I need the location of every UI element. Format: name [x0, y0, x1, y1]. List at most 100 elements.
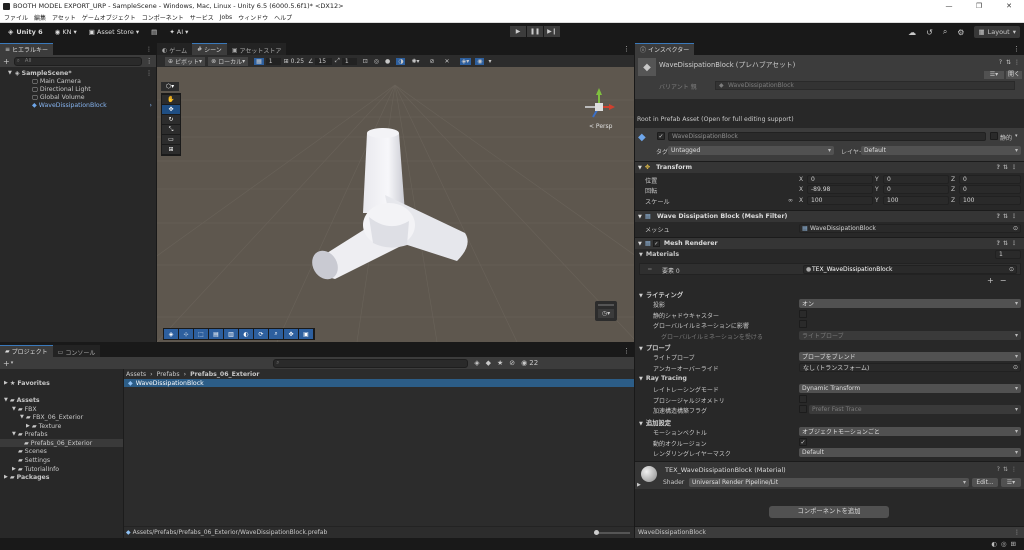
- tool-4-icon[interactable]: ▤: [209, 329, 223, 339]
- menu-help[interactable]: ヘルプ: [274, 13, 292, 22]
- expand-arrow-icon[interactable]: ▶: [12, 466, 16, 472]
- expand-arrow-icon[interactable]: ▼: [639, 252, 643, 258]
- list-item[interactable]: ▼ ▰ Prefabs: [12, 430, 48, 438]
- add-button[interactable]: +: [3, 57, 10, 66]
- snap-value-field[interactable]: 0.25: [291, 58, 304, 65]
- tab-inspector[interactable]: ⓘ インスペクター: [635, 43, 695, 55]
- expand-arrow-icon[interactable]: ▶: [637, 482, 641, 488]
- view-cube-icon[interactable]: ⬡▾: [161, 82, 179, 91]
- grid-toggle-icon[interactable]: ▦: [254, 57, 264, 65]
- list-item[interactable]: ▢ Directional Light: [0, 85, 156, 93]
- zoom-slider[interactable]: [594, 530, 630, 535]
- lighting-toggle-icon[interactable]: ◑: [396, 57, 406, 65]
- tool-10-icon[interactable]: ▣: [299, 329, 313, 339]
- pivot-dropdown[interactable]: ⊕ ピボット ▾: [165, 56, 206, 66]
- transform-tool-icon[interactable]: ⊞: [162, 145, 180, 154]
- grid-plane-icon[interactable]: ⊡: [363, 58, 368, 65]
- edit-shader-button[interactable]: Edit...: [972, 478, 998, 487]
- rotation-y-field[interactable]: 0: [883, 185, 949, 194]
- position-y-field[interactable]: 0: [883, 175, 949, 184]
- scene-menu-icon[interactable]: ⋮: [146, 70, 152, 77]
- expand-arrow-icon[interactable]: ▼: [4, 397, 8, 403]
- lighting-foldout[interactable]: ▼ ライティング: [639, 290, 683, 299]
- expand-arrow-icon[interactable]: ▶: [26, 423, 30, 429]
- menu-jobs[interactable]: Jobs: [220, 14, 232, 21]
- scale-z-field[interactable]: 100: [959, 196, 1021, 205]
- rotate-tool-icon[interactable]: ↻: [162, 115, 180, 124]
- menu-edit[interactable]: 編集: [34, 13, 46, 22]
- visibility-icon[interactable]: ◉: [475, 57, 485, 65]
- settings-icon[interactable]: ⚙: [957, 28, 964, 37]
- scale-x-field[interactable]: 100: [807, 196, 873, 205]
- asset-row-selected[interactable]: ◆ WaveDissipationBlock: [124, 379, 634, 387]
- link-icon[interactable]: ∞: [788, 197, 793, 204]
- tool-7-icon[interactable]: ⟳: [254, 329, 268, 339]
- filter-label-icon[interactable]: ◆: [486, 359, 491, 367]
- shader-dropdown[interactable]: Universal Render Pipeline/Lit: [689, 478, 969, 487]
- asset-store-dropdown[interactable]: ▣ Asset Store ▾: [85, 26, 143, 38]
- component-header-icons[interactable]: ?⇅⋮: [996, 164, 1020, 171]
- tool-5-icon[interactable]: ▥: [224, 329, 238, 339]
- menu-services[interactable]: サービス: [190, 13, 214, 22]
- asset-options-dropdown[interactable]: ☰▾: [984, 71, 1004, 79]
- snap-icon[interactable]: ⊞: [284, 58, 289, 65]
- project-search-input[interactable]: ⌕: [273, 358, 469, 368]
- presets-icon[interactable]: ⇅: [1006, 59, 1011, 66]
- rendering-layer-mask-dropdown[interactable]: Default: [799, 448, 1021, 457]
- anchor-override-field[interactable]: なし (トランスフォーム) ⊙: [799, 363, 1021, 372]
- object-picker-icon[interactable]: ⊙: [1013, 364, 1018, 371]
- scale-snap-field[interactable]: 1: [341, 57, 357, 65]
- drag-handle-icon[interactable]: ═: [648, 266, 652, 273]
- material-header[interactable]: TEX_WaveDissipationBlock (Material) ?⇅⋮ …: [635, 461, 1024, 489]
- expand-arrow-icon[interactable]: ▼: [8, 70, 12, 76]
- static-shadow-caster-checkbox[interactable]: [799, 310, 807, 318]
- mesh-object-field[interactable]: ▦ WaveDissipationBlock ⊙: [799, 224, 1021, 233]
- accel-structure-checkbox[interactable]: [799, 405, 807, 413]
- static-checkbox[interactable]: [990, 132, 998, 140]
- gameobject-name-field[interactable]: WaveDissipationBlock: [668, 132, 986, 141]
- contribute-gi-checkbox[interactable]: [799, 320, 807, 328]
- filter-type-icon[interactable]: ◈: [474, 359, 479, 367]
- tab-scene[interactable]: # シーン: [192, 43, 227, 55]
- tab-hierarchy[interactable]: ≡ ヒエラルキー: [0, 43, 54, 55]
- scale-snap-icon[interactable]: ⤢: [335, 57, 340, 65]
- more-options-icon[interactable]: ⋮: [1014, 59, 1020, 66]
- enabled-checkbox[interactable]: ✓: [652, 240, 660, 247]
- perspective-label[interactable]: < Persp: [589, 123, 612, 130]
- close-button[interactable]: ✕: [994, 0, 1024, 12]
- move-tool-icon[interactable]: ✥: [162, 105, 180, 114]
- tab-console[interactable]: ▭ コンソール: [52, 345, 101, 357]
- motion-vectors-dropdown[interactable]: オブジェクトモーションごと: [799, 427, 1021, 436]
- position-x-field[interactable]: 0: [807, 175, 873, 184]
- expand-arrow-icon[interactable]: ▼: [638, 165, 642, 171]
- object-picker-icon[interactable]: ⊙: [1013, 225, 1018, 232]
- ai-dropdown[interactable]: ✦ AI ▾: [165, 26, 192, 38]
- camera-icon[interactable]: ◷▾: [598, 309, 614, 318]
- chevron-right-icon[interactable]: ›: [150, 102, 152, 109]
- footer-menu-icon[interactable]: ⋮: [1014, 529, 1020, 536]
- panel-menu-icon[interactable]: ⋮: [623, 347, 630, 355]
- component-header-icons[interactable]: ?⇅⋮: [996, 213, 1020, 220]
- list-item[interactable]: ▶ ▰ TutorialInfo: [12, 465, 59, 473]
- materials-foldout[interactable]: ▼ Materials: [639, 251, 679, 258]
- expand-arrow-icon[interactable]: ▼: [639, 293, 643, 299]
- ray-tracing-foldout[interactable]: ▼ Ray Tracing: [639, 375, 687, 382]
- list-item[interactable]: ▼ ◈ SampleScene* ⋮: [0, 69, 156, 77]
- hierarchy-options-icon[interactable]: ⋮: [146, 57, 153, 65]
- list-item[interactable]: ▰ Prefabs_06_Exterior: [0, 439, 123, 447]
- grid-size-field[interactable]: 1: [265, 57, 281, 65]
- tool-3-icon[interactable]: ⬚: [194, 329, 208, 339]
- active-checkbox[interactable]: ✓: [657, 132, 665, 140]
- zoom-slider-handle[interactable]: [594, 530, 599, 535]
- cloud-icon[interactable]: ☁: [908, 28, 916, 37]
- expand-arrow-icon[interactable]: ▼: [639, 376, 643, 382]
- scene-settings-icon[interactable]: ✺▾: [411, 58, 419, 65]
- list-item[interactable]: ▼ ▰ Assets: [4, 396, 40, 404]
- hand-tool-icon[interactable]: ✋: [162, 95, 180, 104]
- tool-2-icon[interactable]: ⊹: [179, 329, 193, 339]
- maximize-button[interactable]: ❐: [964, 0, 994, 12]
- add-component-button[interactable]: コンポーネントを追加: [769, 506, 889, 518]
- tool-8-icon[interactable]: ⌕: [269, 329, 283, 339]
- visibility-toggle-icon[interactable]: ⊘: [430, 58, 435, 65]
- save-search-icon[interactable]: ★: [497, 359, 503, 367]
